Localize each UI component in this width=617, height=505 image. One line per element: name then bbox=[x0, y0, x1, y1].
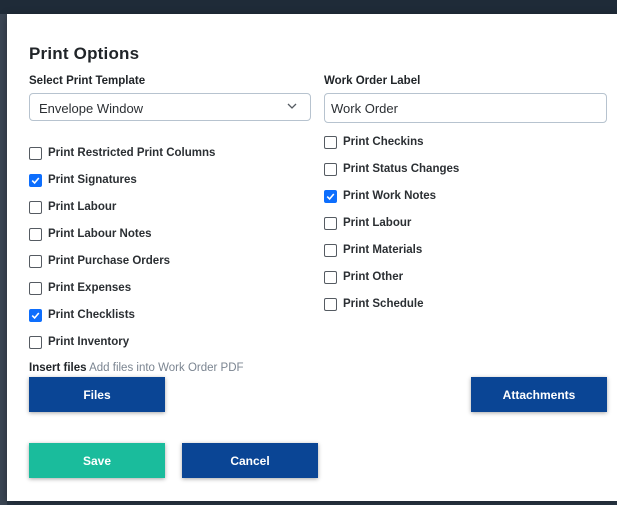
option-print-purchase-orders[interactable]: Print Purchase Orders bbox=[29, 253, 170, 269]
template-select[interactable]: Envelope Window bbox=[29, 93, 311, 121]
checkbox-label: Print Checkins bbox=[343, 136, 424, 148]
option-print-inventory[interactable]: Print Inventory bbox=[29, 334, 129, 350]
work-order-label-label: Work Order Label bbox=[324, 75, 421, 87]
checkbox-label: Print Purchase Orders bbox=[48, 255, 171, 267]
option-print-checklists[interactable]: Print Checklists bbox=[29, 307, 135, 323]
checkbox[interactable] bbox=[29, 173, 42, 187]
option-print-signatures[interactable]: Print Signatures bbox=[29, 172, 137, 188]
option-print-status-changes[interactable]: Print Status Changes bbox=[324, 161, 459, 177]
checkbox[interactable] bbox=[29, 200, 42, 214]
check-icon bbox=[31, 176, 40, 184]
checkbox-label: Print Checklists bbox=[48, 309, 135, 321]
option-print-labour-right[interactable]: Print Labour bbox=[324, 215, 411, 231]
checkbox[interactable] bbox=[324, 162, 337, 176]
checkbox[interactable] bbox=[324, 270, 337, 284]
checkbox-label: Print Labour bbox=[48, 201, 117, 213]
checkbox-label: Print Inventory bbox=[48, 336, 130, 348]
checkbox[interactable] bbox=[29, 146, 42, 160]
checkbox-label: Print Expenses bbox=[48, 282, 132, 294]
option-print-checkins[interactable]: Print Checkins bbox=[324, 134, 424, 150]
checkbox-label: Print Labour bbox=[343, 217, 412, 229]
template-selected-value: Envelope Window bbox=[39, 101, 144, 116]
cancel-button[interactable]: Cancel bbox=[182, 443, 318, 478]
dialog-title: Print Options bbox=[29, 44, 140, 63]
insert-files-row: Insert files Add files into Work Order P… bbox=[29, 362, 244, 374]
check-icon bbox=[31, 311, 40, 319]
option-print-restricted-print-columns[interactable]: Print Restricted Print Columns bbox=[29, 145, 215, 161]
insert-files-hint: Add files into Work Order PDF bbox=[89, 362, 244, 374]
files-button[interactable]: Files bbox=[29, 377, 165, 412]
option-print-labour-notes[interactable]: Print Labour Notes bbox=[29, 226, 152, 242]
option-print-work-notes[interactable]: Print Work Notes bbox=[324, 188, 436, 204]
checkbox-label: Print Status Changes bbox=[343, 163, 460, 175]
option-print-labour[interactable]: Print Labour bbox=[29, 199, 116, 215]
backdrop-top-bar bbox=[0, 0, 617, 14]
print-options-dialog: Print Options Select Print Template Enve… bbox=[7, 14, 617, 501]
checkbox[interactable] bbox=[29, 254, 42, 268]
option-print-expenses[interactable]: Print Expenses bbox=[29, 280, 131, 296]
save-button[interactable]: Save bbox=[29, 443, 165, 478]
checkbox-label: Print Other bbox=[343, 271, 404, 283]
option-print-other[interactable]: Print Other bbox=[324, 269, 403, 285]
insert-files-label: Insert files bbox=[29, 362, 87, 374]
check-icon bbox=[326, 192, 335, 200]
checkbox[interactable] bbox=[29, 335, 42, 349]
checkbox[interactable] bbox=[29, 227, 42, 241]
work-order-label-input[interactable] bbox=[324, 93, 607, 123]
checkbox[interactable] bbox=[324, 135, 337, 149]
checkbox-label: Print Labour Notes bbox=[48, 228, 152, 240]
option-print-materials[interactable]: Print Materials bbox=[324, 242, 422, 258]
attachments-button[interactable]: Attachments bbox=[471, 377, 607, 412]
checkbox-label: Print Work Notes bbox=[343, 190, 437, 202]
checkbox[interactable] bbox=[29, 281, 42, 295]
backdrop-left-strip bbox=[0, 14, 7, 505]
option-print-schedule[interactable]: Print Schedule bbox=[324, 296, 424, 312]
chevron-down-icon bbox=[287, 103, 297, 109]
template-label: Select Print Template bbox=[29, 75, 146, 87]
checkbox-label: Print Schedule bbox=[343, 298, 424, 310]
checkbox[interactable] bbox=[29, 308, 42, 322]
checkbox[interactable] bbox=[324, 189, 337, 203]
checkbox[interactable] bbox=[324, 216, 337, 230]
checkbox-label: Print Signatures bbox=[48, 174, 137, 186]
checkbox-label: Print Restricted Print Columns bbox=[48, 147, 216, 159]
checkbox-label: Print Materials bbox=[343, 244, 423, 256]
checkbox[interactable] bbox=[324, 243, 337, 257]
checkbox[interactable] bbox=[324, 297, 337, 311]
